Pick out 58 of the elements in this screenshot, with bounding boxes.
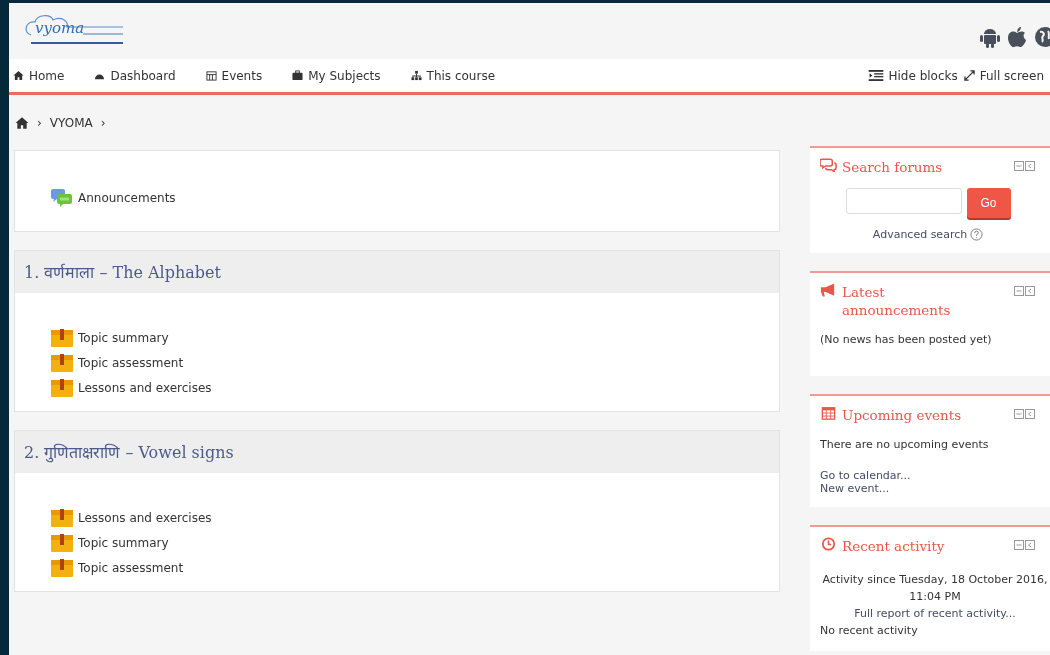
block-text: There are no upcoming events [820, 438, 990, 451]
breadcrumb-separator: › [37, 115, 42, 130]
clock-icon [820, 537, 837, 551]
nav-link[interactable]: Events [205, 68, 263, 83]
calendar-icon [820, 406, 837, 420]
activity-link[interactable]: Topic summary [51, 329, 779, 347]
section-title: 2. गुणिताक्षराणि – Vowel signs [15, 431, 779, 473]
block-title: Upcoming events [842, 406, 962, 424]
activity-link[interactable]: Topic assessment [51, 354, 779, 372]
search-field[interactable] [845, 188, 962, 214]
advanced-search-link[interactable]: Advanced search [872, 228, 968, 241]
help-icon[interactable] [970, 228, 984, 241]
block-controls-icon[interactable] [1014, 409, 1036, 419]
block-link[interactable]: New event... [820, 482, 1050, 495]
block-title: Search forums [842, 158, 943, 176]
activity-link[interactable]: Announcements [51, 189, 779, 207]
briefcase-icon [292, 70, 304, 81]
book-icon [51, 559, 73, 577]
block-controls-icon[interactable] [1014, 161, 1036, 171]
block-controls-icon[interactable] [1014, 286, 1036, 296]
activity-link[interactable]: Lessons and exercises [51, 509, 779, 527]
megaphone-icon [820, 283, 837, 297]
home-icon[interactable] [15, 115, 29, 130]
breadcrumb-separator: › [100, 115, 106, 130]
activity-since-text: Activity since Tuesday, 18 October 2016, 11:04 PM [821, 572, 1049, 605]
book-icon [51, 329, 73, 347]
sitemap-icon [410, 70, 422, 81]
home-icon [13, 70, 24, 81]
block-link[interactable]: Go to calendar... [820, 469, 1050, 482]
full-report-link[interactable]: Full report of recent activity... [820, 605, 1050, 622]
comments-icon [820, 158, 837, 172]
apple-icon[interactable] [1007, 26, 1027, 48]
section-title: 1. वर्णमाला – The Alphabet [15, 251, 779, 293]
nav-link[interactable]: This course [410, 68, 496, 83]
nav-link[interactable]: Full screen [963, 68, 1044, 83]
android-icon[interactable] [980, 26, 1000, 48]
nav-link[interactable]: Home [13, 68, 65, 83]
activity-link[interactable]: Topic assessment [51, 559, 779, 577]
book-icon [51, 379, 73, 397]
expand-icon [963, 70, 975, 81]
book-icon [51, 354, 73, 372]
nav-link[interactable]: Hide blocks [867, 68, 958, 83]
book-icon [51, 534, 73, 552]
block-title: Latest announcements [842, 283, 952, 319]
nav-link[interactable]: My Subjects [292, 68, 381, 83]
block-controls-icon[interactable] [1014, 540, 1036, 550]
activity-link[interactable]: Topic summary [51, 534, 779, 552]
book-icon [51, 509, 73, 527]
block-title: Recent activity [842, 537, 945, 555]
forum-icon [51, 189, 73, 207]
no-activity-text: No recent activity [820, 623, 919, 639]
nav-link[interactable]: Dashboard [94, 68, 176, 83]
breadcrumb-link[interactable]: VYOMA [49, 115, 93, 130]
activity-link[interactable]: Lessons and exercises [51, 379, 779, 397]
calendar-icon [205, 70, 217, 81]
vyoma-logo[interactable]: vyoma [23, 13, 133, 49]
indent-icon [867, 70, 884, 81]
block-text: (No news has been posted yet) [820, 333, 993, 346]
